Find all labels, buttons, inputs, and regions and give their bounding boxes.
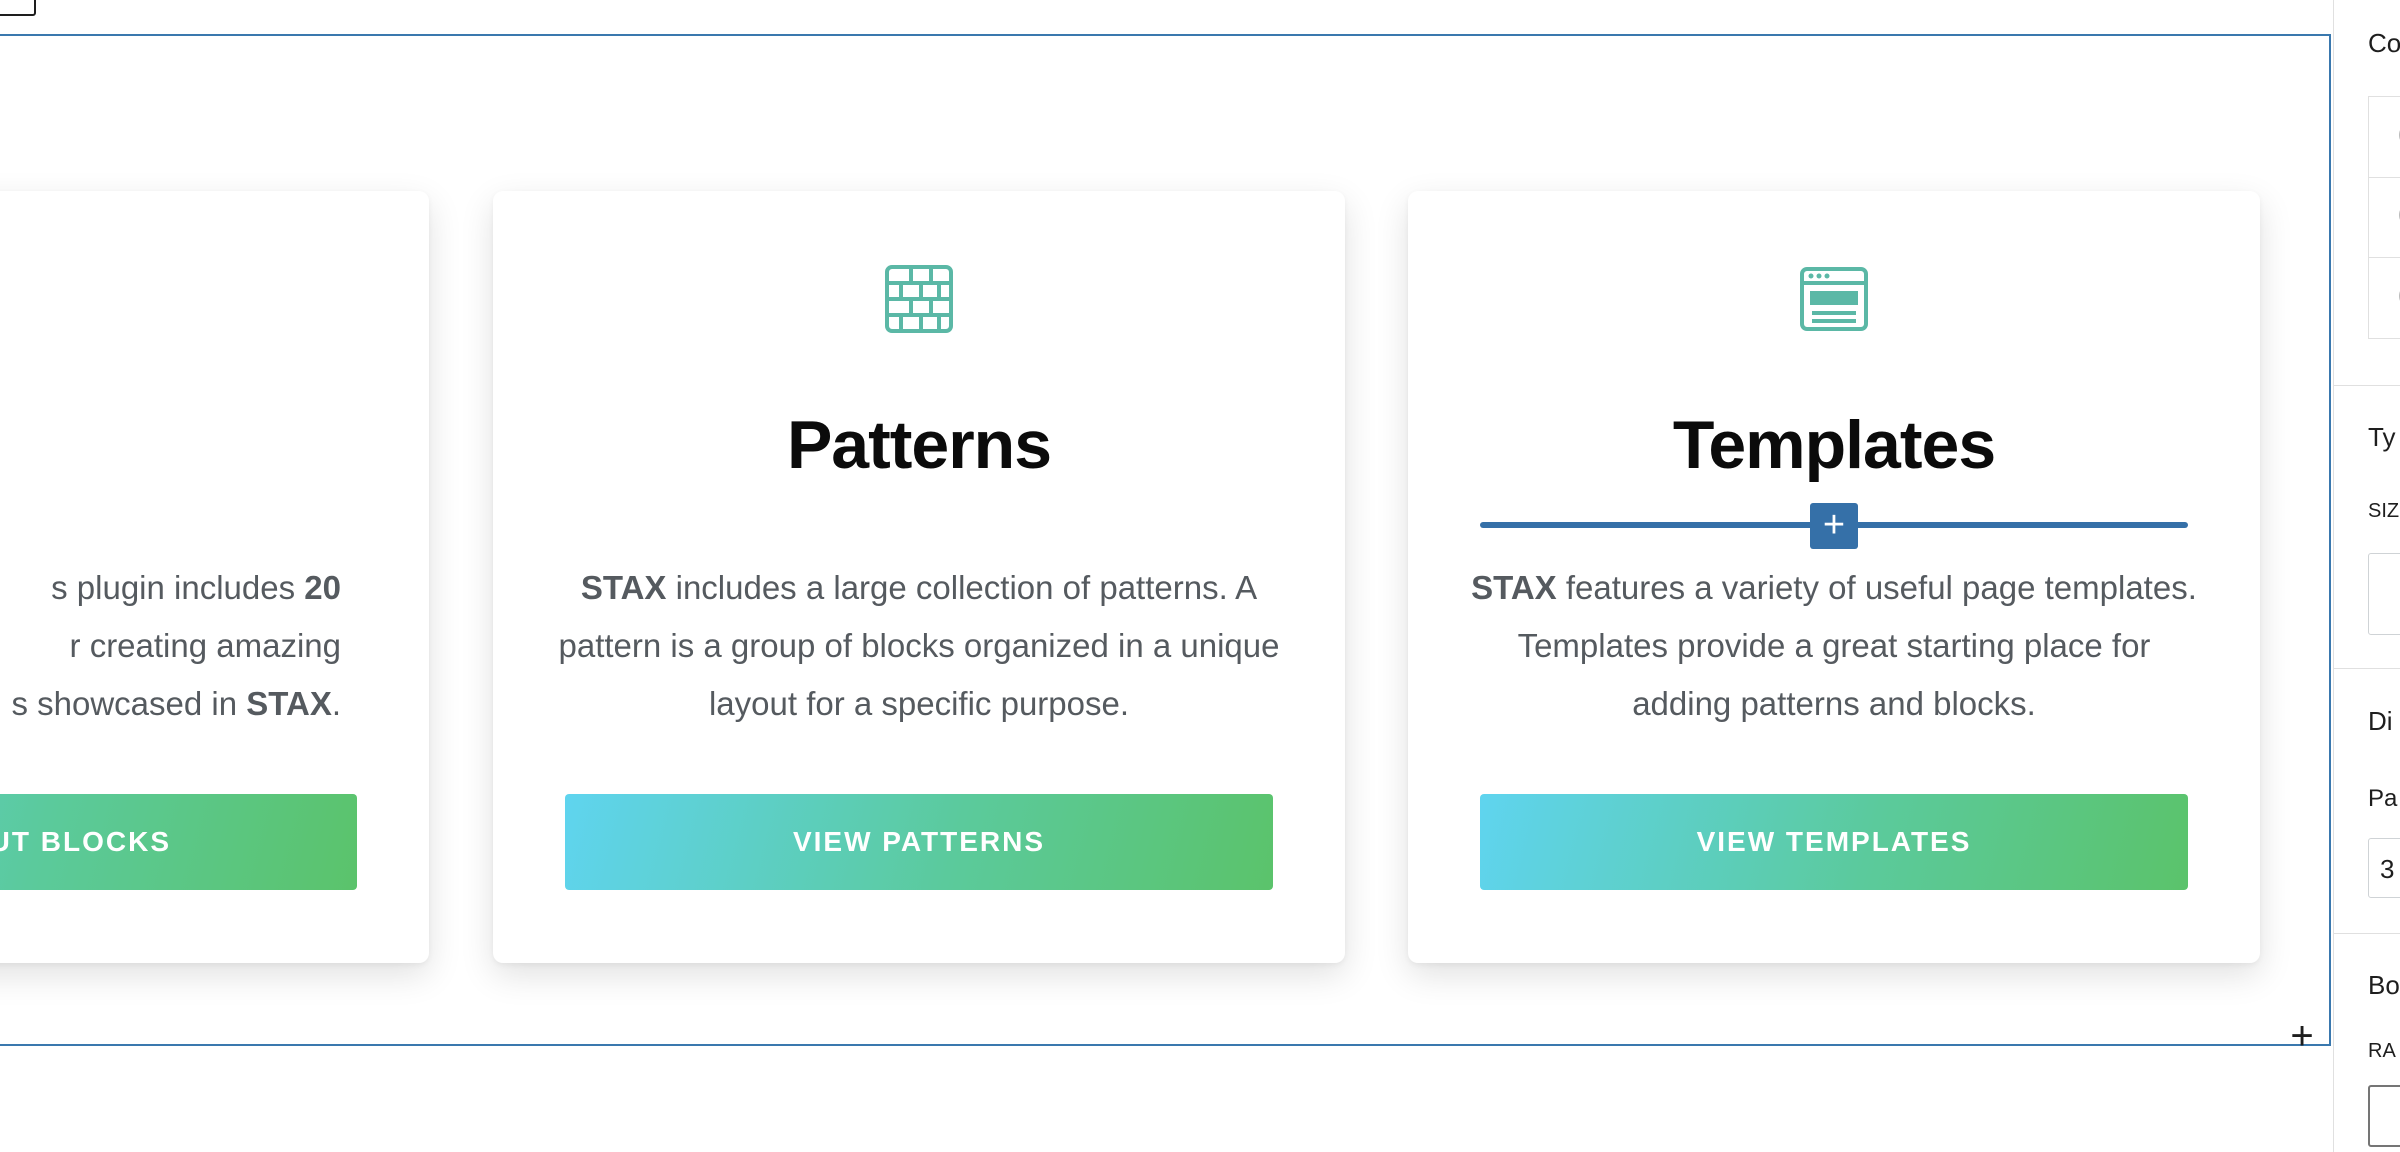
toolbar-button-stub[interactable]	[0, 0, 36, 16]
selected-group-block[interactable]: cks s plugin includes 20r creating amazi…	[0, 34, 2331, 1056]
desc-bold-text: STAX	[1471, 569, 1557, 606]
padding-label: Pa	[2368, 785, 2398, 812]
desc-bold-text: STAX	[580, 569, 667, 606]
sidebar-heading: Bo	[2368, 970, 2400, 1000]
desc-text: r creating amazing	[69, 627, 341, 664]
desc-text: includes a large collection of patterns.…	[558, 569, 1280, 722]
desc-bold-text: STAX	[246, 685, 332, 722]
divider	[2334, 385, 2400, 386]
brick-wall-icon	[885, 265, 953, 333]
radius-input[interactable]	[2368, 1085, 2400, 1147]
desc-bold-text: 20	[304, 569, 341, 606]
view-patterns-button[interactable]: VIEW PATTERNS	[565, 794, 1273, 890]
sidebar-option-row[interactable]	[2368, 258, 2400, 339]
card-description: STAX features a variety of useful page t…	[1468, 559, 2200, 733]
view-templates-button[interactable]: VIEW TEMPLATES	[1480, 794, 2188, 890]
settings-sidebar: Co Ty SIZ Di Pa 3 Bo RA	[2333, 0, 2400, 1152]
divider	[2334, 668, 2400, 669]
card-description: STAX includes a large collection of patt…	[553, 559, 1285, 733]
font-size-picker[interactable]	[2368, 553, 2400, 635]
editor-canvas: cks s plugin includes 20r creating amazi…	[0, 0, 2333, 1152]
desc-text: .	[331, 685, 341, 722]
card-description: s plugin includes 20 r creating amazing s …	[0, 559, 341, 733]
padding-value: 3	[2380, 854, 2395, 884]
sidebar-option-row[interactable]	[2368, 96, 2400, 178]
size-label: SIZ	[2368, 500, 2400, 522]
sidebar-heading: Ty	[2368, 422, 2396, 452]
browser-window-icon	[1800, 267, 1868, 331]
desc-text: features a variety of useful page templa…	[1517, 569, 2197, 722]
sidebar-heading: Di	[2368, 706, 2393, 736]
sidebar-heading: Co	[2368, 28, 2400, 58]
desc-text: s showcased in	[11, 685, 247, 722]
add-block-icon[interactable]: +	[2282, 1016, 2322, 1056]
card-title: Patterns	[786, 407, 1052, 483]
card-patterns[interactable]: Patterns STAX includes a large collectio…	[493, 191, 1345, 963]
desc-text: s plugin includes	[51, 569, 305, 606]
divider	[2334, 933, 2400, 934]
radius-label: RA	[2368, 1040, 2396, 1062]
card-blocks[interactable]: cks s plugin includes 20r creating amazi…	[0, 191, 429, 963]
card-templates[interactable]: Templates + STAX features a variety of u…	[1408, 191, 2260, 963]
insert-block-button[interactable]: +	[1810, 503, 1858, 549]
card-title: Templates	[1672, 407, 1996, 483]
about-blocks-button[interactable]: UT BLOCKS	[0, 794, 357, 890]
sidebar-option-row[interactable]	[2368, 177, 2400, 258]
